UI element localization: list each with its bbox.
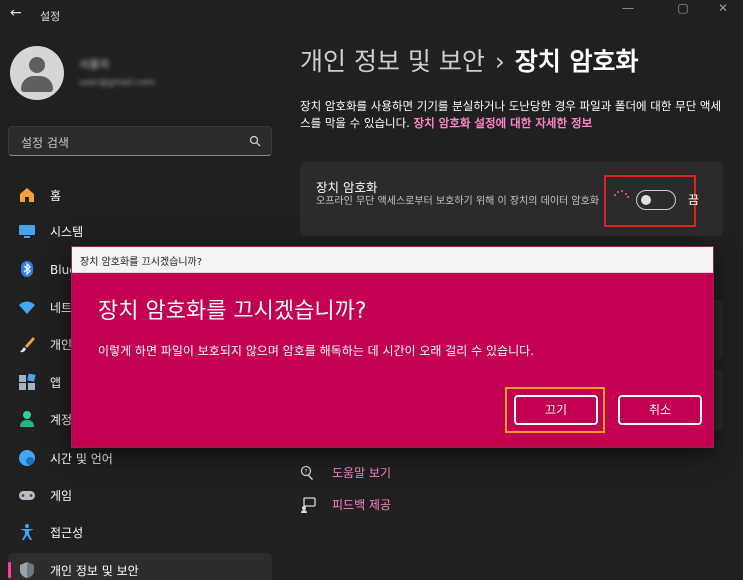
- dialog-window-title: 장치 암호화를 끄시겠습니까?: [80, 257, 203, 268]
- wifi-icon: [19, 301, 35, 314]
- sidebar-item-privacy-security[interactable]: 개인 정보 및 보안: [8, 553, 272, 580]
- setting-card-partial: [713, 370, 723, 430]
- setting-title: 장치 암호화: [316, 180, 378, 195]
- bluetooth-icon: [21, 261, 33, 277]
- system-icon: [19, 225, 35, 238]
- help-icon: ?: [300, 465, 313, 480]
- sidebar-item-label: 게임: [50, 489, 73, 503]
- globe-icon: [19, 450, 35, 466]
- breadcrumb-separator: ›: [494, 47, 505, 76]
- sidebar-item-home[interactable]: 홈: [8, 178, 272, 212]
- brush-icon: [20, 337, 35, 353]
- dialog-heading: 장치 암호화를 끄시겠습니까?: [98, 299, 367, 324]
- sidebar-item-accessibility[interactable]: 접근성: [8, 515, 272, 549]
- back-arrow-icon[interactable]: ←: [10, 5, 22, 21]
- setting-subtitle: 오프라인 무단 액세스로부터 보호하기 위해 이 장치의 데이터 암호화: [316, 196, 600, 207]
- encryption-toggle[interactable]: [636, 190, 676, 210]
- apps-icon: [19, 373, 36, 390]
- search-icon[interactable]: [249, 135, 261, 147]
- accessibility-icon: [20, 524, 34, 540]
- page-title: 장치 암호화: [514, 47, 639, 76]
- cancel-button[interactable]: 취소: [618, 395, 702, 425]
- toggle-state-label: 끔: [688, 193, 700, 207]
- sidebar-item-label: 시간 및 언어: [50, 452, 113, 466]
- avatar-head-shape: [29, 57, 45, 73]
- sidebar-item-system[interactable]: 시스템: [8, 214, 272, 248]
- avatar-body-shape: [21, 76, 53, 92]
- minimize-button[interactable]: —: [605, 0, 651, 30]
- user-email: user@gmail.com: [79, 78, 155, 88]
- breadcrumb-parent[interactable]: 개인 정보 및 보안: [300, 47, 485, 76]
- toggle-knob: [641, 194, 651, 205]
- confirm-dialog: 장치 암호화를 끄시겠습니까? 장치 암호화를 끄시겠습니까? 이렇게 하면 파…: [71, 246, 714, 448]
- learn-more-link[interactable]: 장치 암호화 설정에 대한 자세한 정보: [414, 116, 593, 130]
- active-indicator: [8, 562, 11, 578]
- help-link-label[interactable]: 도움말 보기: [332, 464, 391, 481]
- loading-spinner-icon: [614, 190, 629, 198]
- breadcrumb: 개인 정보 및 보안 › 장치 암호화: [300, 42, 639, 78]
- sidebar-item-label: 시스템: [50, 225, 84, 239]
- sidebar-item-label: 계정: [50, 413, 73, 427]
- account-icon: [20, 411, 34, 427]
- home-icon: [20, 188, 34, 202]
- dialog-title-bar: 장치 암호화를 끄시겠습니까?: [72, 247, 713, 273]
- avatar[interactable]: [10, 46, 64, 100]
- sidebar-item-gaming[interactable]: 게임: [8, 478, 272, 512]
- search-input[interactable]: 설정 검색: [21, 134, 69, 151]
- svg-text:?: ?: [304, 468, 307, 475]
- user-name: 사용자: [79, 58, 110, 71]
- close-button[interactable]: ✕: [700, 0, 743, 30]
- dialog-message: 이렇게 하면 파일이 보호되지 않으며 암호를 해독하는 데 시간이 오래 걸리…: [98, 344, 534, 358]
- window-title: 설정: [40, 10, 61, 23]
- feedback-icon: [301, 497, 316, 513]
- turn-off-button[interactable]: 끄기: [514, 395, 598, 425]
- gamepad-icon: [19, 491, 35, 500]
- sidebar-item-label: 홈: [50, 189, 62, 203]
- sidebar-item-label: 개인 정보 및 보안: [50, 564, 139, 578]
- search-box[interactable]: 설정 검색: [8, 126, 272, 156]
- sidebar-item-label: 앱: [50, 376, 62, 390]
- page-description: 장치 암호화를 사용하면 기기를 분실하거나 도난당한 경우 파일과 폴더에 대…: [300, 98, 725, 132]
- title-bar: ← 설정 — ▢ ✕: [0, 0, 743, 30]
- feedback-link-label[interactable]: 피드백 제공: [332, 496, 391, 513]
- shield-icon: [20, 562, 34, 578]
- sidebar-item-label: 접근성: [50, 526, 84, 540]
- setting-card-partial: [713, 300, 723, 360]
